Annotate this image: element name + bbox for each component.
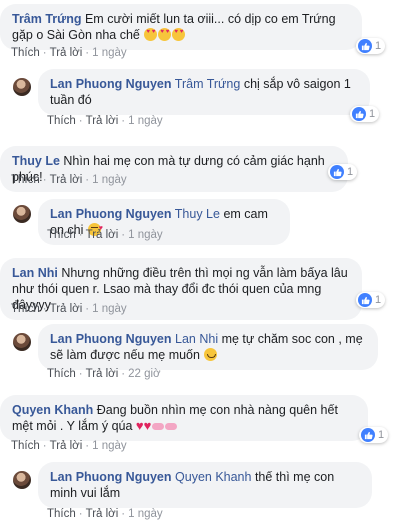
like-link[interactable]: Thích xyxy=(47,229,76,241)
reply-link[interactable]: Trả lời xyxy=(86,508,119,520)
reaction-count[interactable]: 1 xyxy=(356,38,386,54)
reaction-number: 1 xyxy=(347,166,354,178)
reaction-number: 1 xyxy=(375,294,382,306)
reply-link[interactable]: Trả lời xyxy=(50,47,83,59)
heart-eyes-emoji-icon xyxy=(158,28,172,41)
comment-actions: Thích · Trả lời · 1 ngày xyxy=(11,440,127,452)
reaction-count[interactable]: 1 xyxy=(350,106,380,122)
avatar[interactable] xyxy=(13,78,31,96)
comment-timestamp[interactable]: 1 ngày xyxy=(128,229,163,241)
pill-emoji-icon xyxy=(152,423,165,430)
like-link[interactable]: Thích xyxy=(47,115,76,127)
comment-actions: Thích · Trả lời · 1 ngày xyxy=(47,508,163,520)
separator: · xyxy=(42,303,47,315)
reaction-count[interactable]: 1 xyxy=(359,427,389,443)
separator: · xyxy=(121,508,126,520)
like-reaction-icon xyxy=(358,39,372,53)
separator: · xyxy=(121,229,126,241)
reply-link[interactable]: Trả lời xyxy=(86,368,119,380)
reaction-number: 1 xyxy=(378,429,385,441)
comment-author[interactable]: Lan Nhi xyxy=(12,266,58,280)
reply-link[interactable]: Trả lời xyxy=(50,174,83,186)
comment-bubble: Lan Phuong Nguyen Quyen Khanh thế thì mẹ… xyxy=(38,462,372,508)
heart-eyes-emoji-icon xyxy=(144,28,158,41)
reply-link[interactable]: Trả lời xyxy=(86,229,119,241)
reaction-count[interactable]: 1 xyxy=(328,164,358,180)
reply-link[interactable]: Trả lời xyxy=(50,440,83,452)
pill-emoji-icon xyxy=(165,423,178,430)
comment-actions: Thích · Trả lời · 1 ngày xyxy=(47,115,163,127)
reaction-number: 1 xyxy=(375,40,382,52)
like-link[interactable]: Thích xyxy=(11,440,40,452)
comment-actions: Thích · Trả lời · 22 giờ xyxy=(47,368,161,380)
comment-actions: Thích · Trả lời · 1 ngày xyxy=(47,229,163,241)
reply-link[interactable]: Trả lời xyxy=(86,115,119,127)
heart-eyes-emoji-icon xyxy=(172,28,186,41)
like-reaction-icon xyxy=(352,107,366,121)
mention-tag[interactable]: Trâm Trứng xyxy=(175,77,241,91)
heart-emoji-icon: ♥ xyxy=(143,418,152,433)
comment-author[interactable]: Quyen Khanh xyxy=(12,403,93,417)
separator: · xyxy=(121,368,126,380)
comment-bubble: Quyen Khanh Đang buồn nhìn mẹ con nhà nà… xyxy=(0,395,368,441)
separator: · xyxy=(85,303,90,315)
like-link[interactable]: Thích xyxy=(11,303,40,315)
avatar[interactable] xyxy=(13,333,31,351)
like-reaction-icon xyxy=(361,428,375,442)
comment-bubble: Lan Phuong Nguyen Lan Nhi mẹ tự chăm soc… xyxy=(38,324,378,370)
reaction-count[interactable]: 1 xyxy=(356,292,386,308)
separator: · xyxy=(85,440,90,452)
separator: · xyxy=(78,229,83,241)
like-link[interactable]: Thích xyxy=(47,508,76,520)
comment-author[interactable]: Thuy Le xyxy=(12,154,60,168)
avatar[interactable] xyxy=(13,205,31,223)
comment-timestamp[interactable]: 1 ngày xyxy=(92,440,127,452)
separator: · xyxy=(85,47,90,59)
comment-actions: Thích · Trả lời · 1 ngày xyxy=(11,174,127,186)
comment-bubble: Trâm Trứng Em cười miết lun ta ơiii... c… xyxy=(0,4,362,50)
comment-author[interactable]: Lan Phuong Nguyen xyxy=(50,207,172,221)
mention-tag[interactable]: Quyen Khanh xyxy=(175,470,251,484)
separator: · xyxy=(85,174,90,186)
reply-link[interactable]: Trả lời xyxy=(50,303,83,315)
like-reaction-icon xyxy=(358,293,372,307)
comment-timestamp[interactable]: 22 giờ xyxy=(128,368,160,380)
comment-author[interactable]: Lan Phuong Nguyen xyxy=(50,77,172,91)
comment-actions: Thích · Trả lời · 1 ngày xyxy=(11,303,127,315)
comment-timestamp[interactable]: 1 ngày xyxy=(92,47,127,59)
mention-tag[interactable]: Thuy Le xyxy=(175,207,220,221)
like-link[interactable]: Thích xyxy=(11,47,40,59)
heart-emoji-icon: ♥ xyxy=(135,418,144,433)
separator: · xyxy=(78,368,83,380)
comment-author[interactable]: Lan Phuong Nguyen xyxy=(50,470,172,484)
mention-tag[interactable]: Lan Nhi xyxy=(175,332,218,346)
comment-bubble: Lan Phuong Nguyen Trâm Trứng chị sắp vô … xyxy=(38,69,370,115)
comment-author[interactable]: Trâm Trứng xyxy=(12,12,81,26)
like-link[interactable]: Thích xyxy=(47,368,76,380)
smile-emoji-icon xyxy=(204,348,218,361)
comment-actions: Thích · Trả lời · 1 ngày xyxy=(11,47,127,59)
separator: · xyxy=(42,440,47,452)
like-reaction-icon xyxy=(330,165,344,179)
separator: · xyxy=(121,115,126,127)
separator: · xyxy=(78,508,83,520)
comment-timestamp[interactable]: 1 ngày xyxy=(128,115,163,127)
avatar[interactable] xyxy=(13,471,31,489)
reaction-number: 1 xyxy=(369,108,376,120)
comment-timestamp[interactable]: 1 ngày xyxy=(92,303,127,315)
comment-timestamp[interactable]: 1 ngày xyxy=(128,508,163,520)
separator: · xyxy=(42,47,47,59)
separator: · xyxy=(42,174,47,186)
comment-author[interactable]: Lan Phuong Nguyen xyxy=(50,332,172,346)
comment-timestamp[interactable]: 1 ngày xyxy=(92,174,127,186)
like-link[interactable]: Thích xyxy=(11,174,40,186)
separator: · xyxy=(78,115,83,127)
